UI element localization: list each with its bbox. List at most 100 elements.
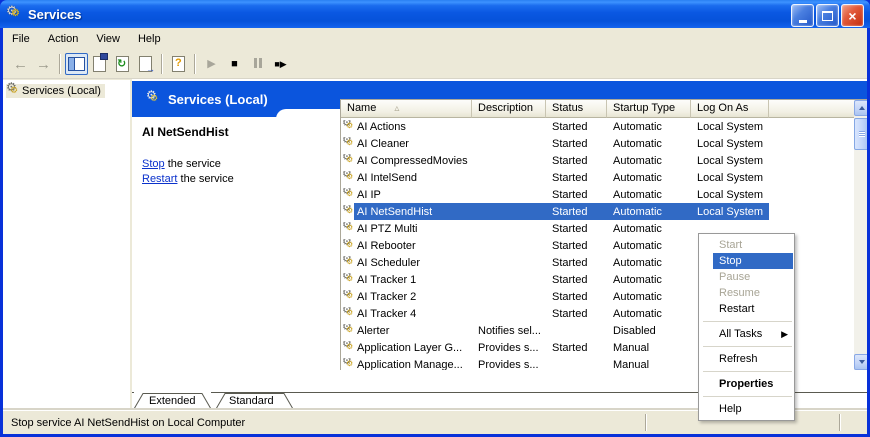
context-menu-item-start: Start (719, 239, 743, 251)
services-gears-icon: ⚙ ⚙ (6, 80, 19, 95)
vertical-scrollbar[interactable] (854, 100, 867, 370)
tab-extended[interactable]: Extended (149, 395, 195, 407)
console-tree-panel: ⚙ ⚙ Services (Local) (3, 80, 132, 410)
menu-help[interactable]: Help (129, 30, 170, 48)
cell-name: ⚙ ⚙ AI Actions (342, 119, 406, 133)
stop-icon: ■ (231, 57, 238, 70)
export-list-button[interactable]: → (134, 53, 157, 75)
menu-view[interactable]: View (87, 30, 129, 48)
refresh-button[interactable]: ↻ (111, 53, 134, 75)
restart-service-link[interactable]: Restart (142, 173, 177, 185)
cell-log_on_as: Local System (697, 154, 764, 167)
cell-startup_type: Automatic (613, 120, 662, 133)
forward-arrow-icon: → (36, 55, 51, 73)
forward-button[interactable]: → (32, 53, 55, 75)
context-menu-item-resume: Resume (719, 287, 760, 299)
cell-startup_type: Automatic (613, 222, 662, 235)
service-gear-icon: ⚙ ⚙ (342, 170, 354, 181)
tree-item-services-local[interactable]: ⚙ ⚙ Services (Local) (6, 80, 105, 98)
service-row[interactable]: ⚙ ⚙ AI CompressedMovies Started Automatic Loc… (341, 152, 854, 169)
cell-name: ⚙ ⚙ AI IntelSend (342, 170, 417, 184)
service-gear-icon: ⚙ ⚙ (342, 238, 354, 249)
submenu-arrow-icon: ▶ (781, 329, 788, 339)
cell-status: Started (552, 154, 588, 167)
help-button[interactable]: ? (167, 53, 190, 75)
back-arrow-icon: ← (13, 55, 28, 73)
scrollbar-thumb[interactable] (854, 118, 867, 150)
minimize-button[interactable] (791, 4, 814, 27)
close-button[interactable]: × (841, 4, 864, 27)
cell-status: Started (552, 137, 588, 150)
title-bar[interactable]: ⚙ ⚙ Services × (0, 0, 870, 28)
column-header-name[interactable]: Name ▵ (341, 100, 472, 118)
stop-service-link[interactable]: Stop (142, 158, 165, 170)
toolbar-separator (194, 54, 196, 74)
back-button[interactable]: ← (9, 53, 32, 75)
maximize-button[interactable] (816, 4, 839, 27)
cell-status: Started (552, 222, 588, 235)
column-header-description[interactable]: Description (472, 100, 546, 118)
menu-bar: File Action View Help (3, 28, 867, 50)
service-gear-icon: ⚙ ⚙ (342, 272, 354, 283)
service-row[interactable]: ⚙ ⚙ AI Actions Started Automatic Local System (341, 118, 854, 135)
cell-status: Started (552, 171, 588, 184)
service-gear-icon: ⚙ ⚙ (342, 204, 354, 215)
column-header-log-on-as[interactable]: Log On As (691, 100, 769, 118)
menu-file[interactable]: File (3, 30, 39, 48)
status-text: Stop service AI NetSendHist on Local Com… (11, 416, 246, 429)
service-row[interactable]: ⚙ ⚙ AI NetSendHist Started Automatic Local Sy… (341, 203, 854, 220)
stop-service-button[interactable]: ■ (223, 53, 246, 75)
tree-item-label: Services (Local) (22, 85, 101, 97)
properties-icon (93, 53, 108, 72)
export-list-icon: → (139, 56, 155, 74)
service-gear-icon: ⚙ ⚙ (342, 357, 354, 368)
service-row[interactable]: ⚙ ⚙ AI Cleaner Started Automatic Local System (341, 135, 854, 152)
context-menu-item-stop[interactable]: Stop (699, 253, 794, 269)
context-menu-item-restart[interactable]: Restart (699, 301, 794, 317)
cell-startup_type: Disabled (613, 324, 656, 337)
cell-status: Started (552, 239, 588, 252)
context-menu-item-properties[interactable]: Properties (699, 376, 794, 392)
restart-icon: ■▶ (274, 58, 287, 69)
context-menu-item-refresh[interactable]: Refresh (699, 351, 794, 367)
cell-startup_type: Automatic (613, 290, 662, 303)
scroll-up-button[interactable] (854, 100, 867, 116)
cell-name: ⚙ ⚙ AI Scheduler (342, 255, 420, 269)
column-header-filler (769, 100, 867, 118)
cell-status: Started (552, 290, 588, 303)
services-gears-icon: ⚙ ⚙ (146, 88, 159, 103)
service-gear-icon: ⚙ ⚙ (342, 255, 354, 266)
service-row[interactable]: ⚙ ⚙ AI IP Started Automatic Local System (341, 186, 854, 203)
service-gear-icon: ⚙ ⚙ (342, 187, 354, 198)
pause-service-button[interactable] (246, 53, 269, 75)
cell-name: ⚙ ⚙ AI PTZ Multi (342, 221, 418, 235)
menu-separator (703, 346, 792, 347)
scroll-down-button[interactable] (854, 354, 867, 370)
tab-standard[interactable]: Standard (229, 395, 274, 407)
cell-startup_type: Manual (613, 358, 650, 371)
menu-action[interactable]: Action (39, 30, 88, 48)
show-hide-console-tree-button[interactable] (65, 53, 88, 75)
properties-button[interactable] (88, 53, 111, 75)
sort-ascending-icon: ▵ (394, 103, 400, 114)
start-service-button[interactable]: ▶ (200, 53, 223, 75)
cell-startup_type: Automatic (613, 256, 662, 269)
context-menu-item-help[interactable]: Help (699, 401, 794, 417)
cell-name: ⚙ ⚙ AI NetSendHist (342, 204, 433, 218)
cell-startup_type: Automatic (613, 171, 662, 184)
service-gear-icon: ⚙ ⚙ (342, 119, 354, 130)
window-title: Services (28, 6, 82, 22)
column-header-startup-type[interactable]: Startup Type (607, 100, 691, 118)
services-gears-icon: ⚙ ⚙ (6, 3, 20, 19)
service-gear-icon: ⚙ ⚙ (342, 221, 354, 232)
column-header-status[interactable]: Status (546, 100, 607, 118)
context-menu-item-all-tasks[interactable]: All Tasks ▶ (699, 326, 794, 342)
cell-startup_type: Automatic (613, 137, 662, 150)
service-row[interactable]: ⚙ ⚙ AI IntelSend Started Automatic Local Syst… (341, 169, 854, 186)
restart-service-button[interactable]: ■▶ (269, 53, 292, 75)
service-context-menu: Start Stop Pause Resume Restart All Tasks ▶ Ref… (698, 233, 795, 421)
service-gear-icon: ⚙ ⚙ (342, 153, 354, 164)
pause-icon (253, 55, 263, 73)
cell-status: Started (552, 341, 588, 354)
start-icon: ▶ (207, 57, 216, 70)
